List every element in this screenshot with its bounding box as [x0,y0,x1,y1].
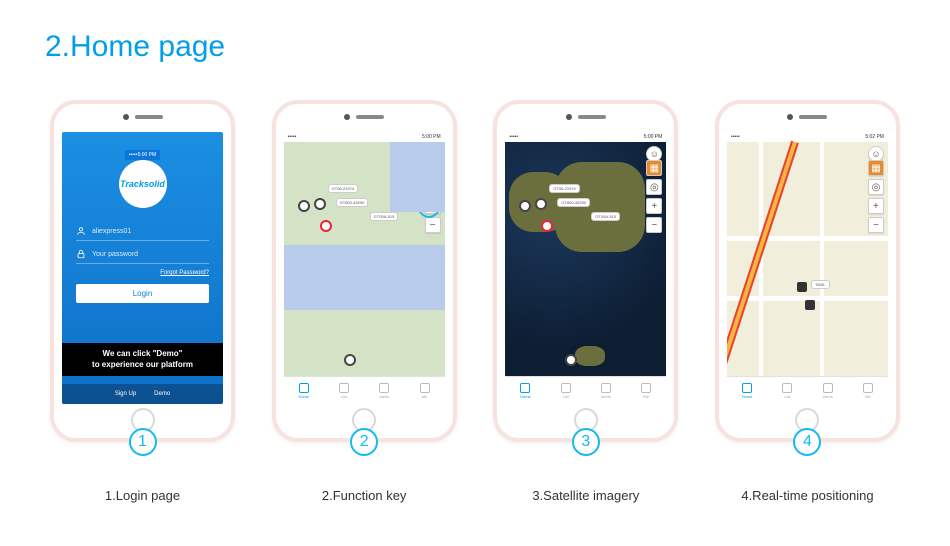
vehicle-icon[interactable] [805,300,815,310]
poi-icon[interactable] [565,354,577,366]
device-chip[interactable]: GT800-45290 [557,198,590,207]
user-icon [76,226,86,236]
section-title: 2.Home page [45,30,905,64]
notch [566,114,606,120]
tab-alerts[interactable]: Alerts [364,377,404,404]
layers-button[interactable]: ▦ [425,160,441,176]
zoom-in-button[interactable]: + [425,198,441,214]
zoom-in-button[interactable]: + [868,198,884,214]
document-section: 2.Home page •••••5:00 PM Tracksolid [0,0,950,503]
tab-alerts[interactable]: Alerts [807,377,847,404]
function-keys: ▦ ◎ + − [425,160,441,233]
demo-link[interactable]: Demo [154,391,170,397]
signup-link[interactable]: Sign Up [115,391,136,397]
step-caption: 3.Satellite imagery [532,488,639,503]
vehicle-icon[interactable] [797,282,807,292]
tab-me[interactable]: Me [626,377,666,404]
tab-bar: Home List Alerts Me [284,376,445,404]
target-button[interactable]: ◎ [425,179,441,195]
phone-login: •••••5:00 PM Tracksolid aliexpress01 You… [45,100,240,503]
tab-list[interactable]: List [546,377,586,404]
step-caption: 2.Function key [322,488,407,503]
tab-list[interactable]: List [767,377,807,404]
status-bar: •••••5:00 PM [284,132,445,142]
forgot-password-link[interactable]: Forgot Password? [160,270,209,276]
step-badge: 4 [793,428,821,456]
avatar-button[interactable]: ☺ [425,146,441,162]
tab-home[interactable]: Home [505,377,545,404]
phone-function-key: •••••5:00 PM ☺ ▦ ◎ + − GT06-219 [267,100,462,503]
zoom-in-button[interactable]: + [646,198,662,214]
phone-frame: •••••5:00 PM Tracksolid aliexpress01 You… [50,100,235,442]
map-view[interactable]: ☺ ▦ ◎ + − GT06-21974 GT800-45290 [284,142,445,376]
status-bar: •••••5:00 PM [505,132,666,142]
tab-alerts[interactable]: Alerts [586,377,626,404]
poi-icon[interactable] [344,354,356,366]
function-keys: ▦ ◎ + − [868,160,884,233]
step-badge: 3 [572,428,600,456]
screen-login: •••••5:00 PM Tracksolid aliexpress01 You… [62,132,223,404]
status-bar: •••••5:00 PM [125,150,160,160]
tab-bar: Home List Alerts Me [505,376,666,404]
street-view[interactable]: ☺ ▦ ◎ + − T806.. [727,142,888,376]
phone-frame: •••••5:00 PM ☺ ▦ ◎ + − GT06-219 [272,100,457,442]
phone-frame: •••••5:02 PM ☺ ▦ ◎ + − [715,100,900,442]
password-field[interactable]: Your password [76,245,209,264]
phone-realtime: •••••5:02 PM ☺ ▦ ◎ + − [710,100,905,503]
poi-icon[interactable] [298,200,310,212]
notch [344,114,384,120]
function-keys: ▦ ◎ + − [646,160,662,233]
step-badge: 2 [350,428,378,456]
tab-me[interactable]: Me [848,377,888,404]
screen-satellite: •••••5:00 PM ☺ ▦ ◎ + − [505,132,666,404]
target-button[interactable]: ◎ [868,179,884,195]
login-button[interactable]: Login [76,284,209,303]
zoom-out-button[interactable]: − [646,217,662,233]
tab-home[interactable]: Home [284,377,324,404]
demo-banner: We can click "Demo" to experience our pl… [62,343,223,376]
step-caption: 1.Login page [105,488,180,503]
lock-icon [76,249,86,259]
phone-row: •••••5:00 PM Tracksolid aliexpress01 You… [45,100,905,503]
device-chip[interactable]: GT06-21974 [328,184,358,193]
device-chip[interactable]: GT06-21974 [549,184,579,193]
device-chip[interactable]: GT800-45290 [336,198,369,207]
layers-button[interactable]: ▦ [646,160,662,176]
notch [787,114,827,120]
phone-frame: •••••5:00 PM ☺ ▦ ◎ + − [493,100,678,442]
poi-icon[interactable] [314,198,326,210]
satellite-view[interactable]: ☺ ▦ ◎ + − GT06-21974 GT800-45290 GT05A-5… [505,142,666,376]
screen-map: •••••5:00 PM ☺ ▦ ◎ + − GT06-219 [284,132,445,404]
step-caption: 4.Real-time positioning [741,488,873,503]
device-chip[interactable]: GT05A-515 [370,212,399,221]
username-field[interactable]: aliexpress01 [76,222,209,241]
zoom-out-button[interactable]: − [425,217,441,233]
device-chip[interactable]: GT05A-515 [591,212,620,221]
poi-icon[interactable] [320,220,332,232]
device-chip[interactable]: T806.. [811,280,830,289]
notch [123,114,163,120]
screen-street: •••••5:02 PM ☺ ▦ ◎ + − [727,132,888,404]
zoom-out-button[interactable]: − [868,217,884,233]
login-footer: Sign Up Demo [62,384,223,404]
login-view: •••••5:00 PM Tracksolid aliexpress01 You… [62,132,223,404]
status-bar: •••••5:02 PM [727,132,888,142]
tab-bar: Home List Alerts Me [727,376,888,404]
tab-list[interactable]: List [324,377,364,404]
phone-satellite: •••••5:00 PM ☺ ▦ ◎ + − [488,100,683,503]
layers-button[interactable]: ▦ [868,160,884,176]
tab-home[interactable]: Home [727,377,767,404]
highlight-circle [411,148,445,218]
step-badge: 1 [129,428,157,456]
tab-me[interactable]: Me [404,377,444,404]
target-button[interactable]: ◎ [646,179,662,195]
app-logo: Tracksolid [119,160,167,208]
